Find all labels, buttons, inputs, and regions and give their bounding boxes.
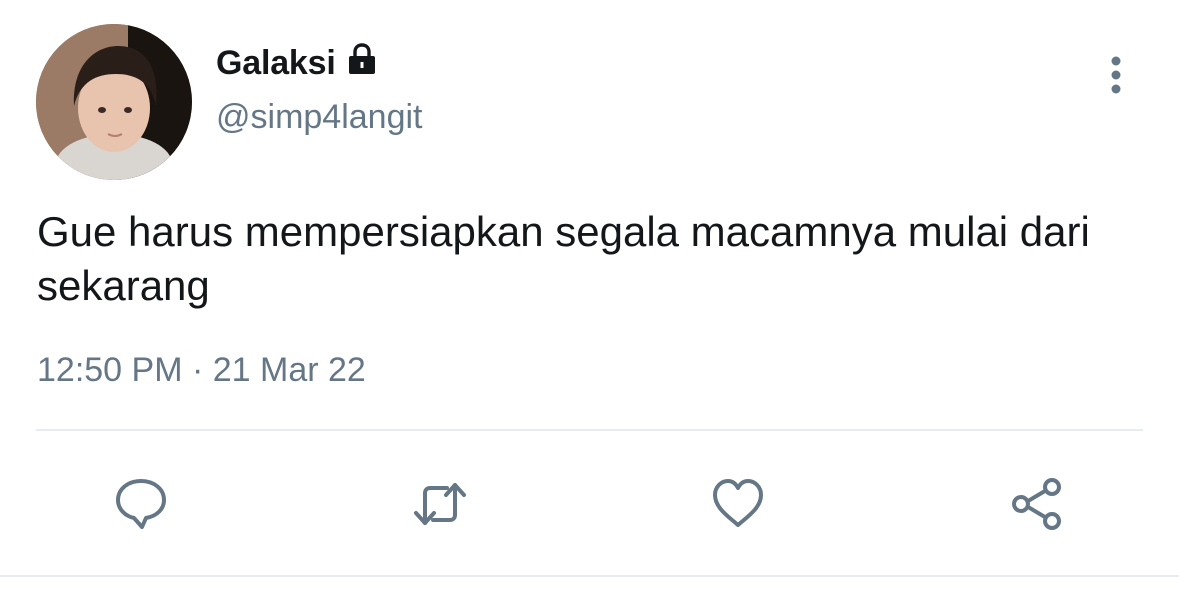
more-options-button[interactable] bbox=[1094, 50, 1138, 100]
more-vertical-icon bbox=[1111, 56, 1121, 94]
handle[interactable]: @simp4langit bbox=[216, 98, 423, 137]
share-button[interactable] bbox=[1005, 472, 1069, 536]
retweet-icon bbox=[414, 483, 466, 525]
avatar[interactable] bbox=[36, 24, 192, 180]
lock-icon bbox=[344, 41, 380, 77]
reply-button[interactable] bbox=[109, 472, 173, 536]
timestamp[interactable]: 12:50 PM · 21 Mar 22 bbox=[37, 351, 366, 390]
divider bbox=[36, 429, 1143, 431]
display-name[interactable]: Galaksi bbox=[216, 44, 336, 83]
like-button[interactable] bbox=[706, 472, 770, 536]
bottom-divider bbox=[0, 575, 1179, 577]
tweet-text: Gue harus mempersiapkan segala macamnya … bbox=[37, 208, 1090, 309]
heart-icon bbox=[713, 479, 763, 527]
retweet-button[interactable] bbox=[408, 472, 472, 536]
reply-icon bbox=[116, 479, 166, 529]
author-name-row: Galaksi bbox=[216, 40, 380, 86]
avatar-image bbox=[36, 24, 192, 180]
share-icon bbox=[1012, 478, 1061, 530]
